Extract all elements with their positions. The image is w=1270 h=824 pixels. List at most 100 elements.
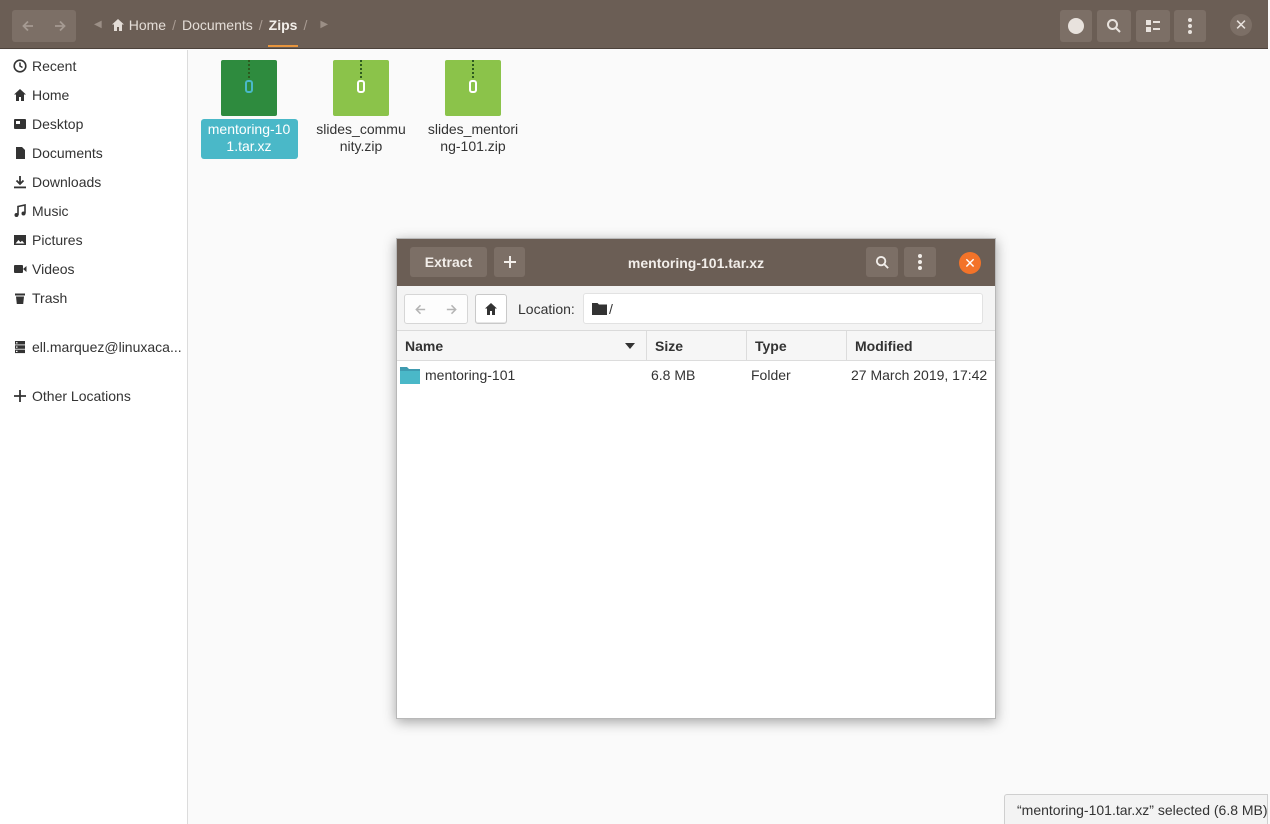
breadcrumb-zips-label: Zips [268, 16, 298, 33]
location-value: / [609, 300, 613, 317]
header-bar: ◀ Home / Documents / Zips / ▶ ✕ [0, 0, 1268, 49]
sidebar-item-label: Documents [32, 145, 103, 161]
sidebar-item-label: ell.marquez@linuxaca... [32, 339, 182, 355]
home-icon [485, 303, 497, 315]
archive-icon [333, 60, 389, 116]
archive-icon [445, 60, 501, 116]
close-icon: ✕ [1234, 17, 1248, 34]
archive-icon [221, 60, 277, 116]
sidebar-item-trash[interactable]: Trash [12, 285, 67, 311]
dialog-back-button[interactable] [405, 295, 436, 323]
breadcrumb-zips[interactable]: Zips [266, 0, 301, 49]
sidebar-item-label: Home [32, 87, 70, 103]
breadcrumb-left-arrow-icon[interactable]: ◀ [88, 19, 108, 30]
menu-icon [918, 254, 922, 270]
clock-icon [12, 58, 28, 74]
sidebar: Recent Home Desktop Documents Downloads … [0, 50, 188, 824]
add-files-button[interactable] [494, 247, 525, 277]
arrow-left-icon [415, 304, 426, 314]
sidebar-item-downloads[interactable]: Downloads [12, 169, 101, 195]
location-bar: Location: / [397, 286, 995, 331]
music-icon [12, 203, 28, 219]
search-icon [875, 255, 889, 269]
breadcrumb: ◀ Home / Documents / Zips / ▶ [88, 0, 334, 49]
dialog-home-button[interactable] [475, 294, 507, 324]
arrow-right-icon [446, 304, 457, 314]
arrow-right-icon [55, 20, 66, 32]
window-close-button[interactable]: ✕ [1230, 14, 1252, 36]
search-icon [1107, 19, 1121, 33]
sidebar-item-label: Downloads [32, 174, 102, 190]
breadcrumb-right-arrow-icon[interactable]: ▶ [310, 19, 334, 30]
sidebar-item-label: Other Locations [32, 388, 131, 404]
extract-button[interactable]: Extract [410, 247, 487, 277]
sidebar-item-desktop[interactable]: Desktop [12, 111, 83, 137]
sidebar-item-label: Videos [32, 261, 75, 277]
sidebar-item-home[interactable]: Home [12, 82, 69, 108]
sidebar-item-pictures[interactable]: Pictures [12, 227, 83, 253]
file-item-slides-mentoring-101-zip[interactable]: slides_mentoring-101.zip [418, 60, 528, 159]
recording-button[interactable] [1060, 10, 1092, 42]
view-toggle-button[interactable] [1136, 10, 1170, 42]
sidebar-item-documents[interactable]: Documents [12, 140, 103, 166]
breadcrumb-documents[interactable]: Documents [179, 0, 256, 49]
row-size: 6.8 MB [651, 367, 696, 383]
file-item-mentoring-101-tar-xz[interactable]: mentoring-101.tar.xz [194, 60, 304, 159]
menu-icon [1188, 18, 1192, 34]
sidebar-item-network-server[interactable]: ell.marquez@linuxaca... [12, 334, 182, 360]
sidebar-item-label: Recent [32, 58, 77, 74]
arrow-left-icon [22, 20, 33, 32]
dialog-menu-button[interactable] [904, 247, 936, 277]
picture-icon [12, 232, 28, 248]
menu-button[interactable] [1174, 10, 1206, 42]
column-header-name[interactable]: Name [397, 331, 647, 361]
sidebar-item-videos[interactable]: Videos [12, 256, 75, 282]
breadcrumb-documents-label: Documents [181, 16, 253, 33]
location-label: Location: [518, 300, 575, 317]
home-icon [111, 18, 124, 31]
breadcrumb-home[interactable]: Home [108, 0, 169, 49]
sidebar-item-recent[interactable]: Recent [12, 53, 76, 79]
trash-icon [12, 290, 28, 306]
file-name: mentoring-101.tar.xz [200, 119, 298, 159]
breadcrumb-home-label: Home [128, 16, 167, 33]
sidebar-item-label: Desktop [32, 116, 84, 132]
sidebar-item-label: Trash [32, 290, 68, 306]
table-row[interactable]: mentoring-101 6.8 MB Folder 27 March 201… [397, 361, 995, 389]
column-header-modified[interactable]: Modified [847, 331, 997, 361]
search-button[interactable] [1097, 10, 1131, 42]
dialog-header-bar: Extract mentoring-101.tar.xz ✕ [397, 239, 995, 286]
dialog-forward-button[interactable] [436, 295, 467, 323]
close-icon: ✕ [964, 254, 976, 271]
sidebar-item-label: Music [32, 203, 69, 219]
dialog-history-nav [404, 294, 468, 324]
column-header-size[interactable]: Size [647, 331, 747, 361]
back-button[interactable] [12, 10, 44, 42]
video-icon [12, 261, 28, 277]
column-header-type[interactable]: Type [747, 331, 847, 361]
list-view-icon [1146, 20, 1160, 32]
dialog-search-button[interactable] [866, 247, 898, 277]
plus-icon [503, 256, 516, 268]
server-icon [12, 339, 28, 355]
sidebar-item-music[interactable]: Music [12, 198, 69, 224]
forward-button[interactable] [44, 10, 76, 42]
sort-descending-icon [625, 343, 635, 349]
file-name: slides_mentoring-101.zip [427, 121, 519, 154]
row-name-cell: mentoring-101 [400, 361, 515, 389]
file-item-slides-community-zip[interactable]: slides_community.zip [306, 60, 416, 159]
dialog-close-button[interactable]: ✕ [959, 252, 981, 274]
plus-icon [12, 388, 28, 404]
location-input[interactable]: / [583, 293, 983, 324]
row-type: Folder [751, 367, 791, 383]
history-nav [12, 10, 76, 42]
row-modified: 27 March 2019, 17:42 [851, 367, 988, 383]
sidebar-item-other-locations[interactable]: Other Locations [12, 383, 131, 409]
home-icon [12, 87, 28, 103]
row-name: mentoring-101 [425, 367, 516, 383]
desktop-icon [12, 116, 28, 132]
folder-icon [400, 367, 420, 384]
file-name: slides_community.zip [316, 121, 406, 154]
selection-status: “mentoring-101.tar.xz” selected (6.8 MB) [1004, 794, 1268, 824]
table-header: Name Size Type Modified [397, 331, 995, 361]
